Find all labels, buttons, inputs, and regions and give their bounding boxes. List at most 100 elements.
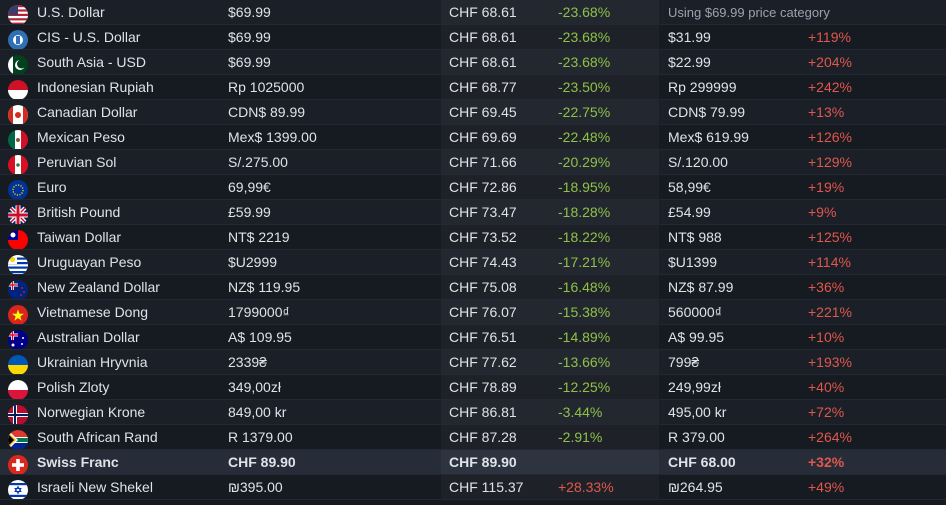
recommended-diff-percent: +204% [808, 54, 852, 70]
uruguay-flag-icon [8, 254, 28, 275]
recommended-price: ₪264.95 [668, 479, 723, 495]
local-price: Rp 1025000 [228, 79, 305, 95]
chf-diff-percent: -18.28% [558, 204, 611, 220]
table-row: Swiss Franc CHF 89.90 CHF 89.90 CHF 68.00 +3… [0, 450, 946, 475]
recommended-diff-percent: +19% [808, 179, 845, 195]
vietnam-flag-icon [8, 304, 28, 325]
chf-diff-percent: -23.68% [558, 4, 611, 20]
recommended-price: CDN$ 79.99 [668, 104, 746, 120]
recommended-diff-percent: +264% [808, 429, 852, 445]
recommended-price: NZ$ 87.99 [668, 279, 734, 295]
table-row: Euro 69,99€ CHF 72.86 -18.95% 58,99€ +19% [0, 175, 946, 200]
chf-price: CHF 76.51 [449, 329, 517, 345]
chf-price: CHF 89.90 [449, 454, 517, 470]
currency-name: Taiwan Dollar [37, 229, 122, 245]
currency-name: Australian Dollar [37, 329, 140, 345]
table-row: Australian Dollar A$ 109.95 CHF 76.51 -14.8… [0, 325, 946, 350]
recommended-diff-percent: +9% [808, 204, 837, 220]
local-price: Mex$ 1399.00 [228, 129, 317, 145]
local-price: R 1379.00 [228, 429, 293, 445]
local-price: S/.275.00 [228, 154, 288, 170]
recommended-diff-percent: +49% [808, 479, 845, 495]
chf-price: CHF 77.62 [449, 354, 517, 370]
table-row: U.S. Dollar $69.99 CHF 68.61 -23.68% Using $… [0, 0, 946, 25]
local-price: $69.99 [228, 29, 271, 45]
recommended-diff-percent: +72% [808, 404, 845, 420]
chf-price: CHF 78.89 [449, 379, 517, 395]
switzerland-flag-icon [8, 454, 28, 475]
ukraine-flag-icon [8, 354, 28, 375]
table-row: Mexican Peso Mex$ 1399.00 CHF 69.69 -22.48%… [0, 125, 946, 150]
israel-flag-icon [8, 479, 28, 500]
regional-price-table: U.S. Dollar $69.99 CHF 68.61 -23.68% Using $… [0, 0, 946, 505]
table-row: Canadian Dollar CDN$ 89.99 CHF 69.45 -22.75… [0, 100, 946, 125]
currency-name: Swiss Franc [37, 454, 119, 470]
recommended-diff-percent: +32% [808, 454, 845, 470]
currency-name: Uruguayan Peso [37, 254, 142, 270]
cis-flag-icon [8, 29, 28, 50]
norway-flag-icon [8, 404, 28, 425]
chf-diff-percent: -22.48% [558, 129, 611, 145]
uk-flag-icon [8, 204, 28, 225]
table-row: New Zealand Dollar NZ$ 119.95 CHF 75.08 -16… [0, 275, 946, 300]
canada-flag-icon [8, 104, 28, 125]
recommended-diff-percent: +193% [808, 354, 852, 370]
currency-name: Polish Zloty [37, 379, 110, 395]
table-row: South African Rand R 1379.00 CHF 87.28 -2.9… [0, 425, 946, 450]
recommended-price: 799₴ [668, 354, 700, 370]
south-africa-flag-icon [8, 429, 28, 450]
currency-name: South African Rand [37, 429, 158, 445]
currency-name: Israeli New Shekel [37, 479, 153, 495]
taiwan-flag-icon [8, 229, 28, 250]
chf-diff-percent: -23.68% [558, 54, 611, 70]
chf-diff-percent: -20.29% [558, 154, 611, 170]
recommended-price: $U1399 [668, 254, 718, 270]
chf-diff-percent: -14.89% [558, 329, 611, 345]
currency-name: Peruvian Sol [37, 154, 117, 170]
chf-diff-percent: -18.22% [558, 229, 611, 245]
recommended-diff-percent: +36% [808, 279, 845, 295]
recommended-price: Mex$ 619.99 [668, 129, 749, 145]
recommended-price: $31.99 [668, 29, 711, 45]
table-row: Polish Zloty 349,00zł CHF 78.89 -12.25% 249,… [0, 375, 946, 400]
chf-diff-percent: -18.95% [558, 179, 611, 195]
recommended-price: CHF 68.00 [668, 454, 736, 470]
recommended-price: Rp 299999 [668, 79, 737, 95]
chf-price: CHF 75.08 [449, 279, 517, 295]
recommended-price: R 379.00 [668, 429, 725, 445]
recommended-diff-percent: +221% [808, 304, 852, 320]
currency-name: New Zealand Dollar [37, 279, 160, 295]
chf-diff-percent: -15.38% [558, 304, 611, 320]
recommended-price: 249,99zł [668, 379, 721, 395]
recommended-diff-percent: +40% [808, 379, 845, 395]
chf-price: CHF 68.77 [449, 79, 517, 95]
local-price: 1799000₫ [228, 304, 290, 320]
chf-diff-percent: -2.91% [558, 429, 603, 445]
recommended-price: 560000₫ [668, 304, 722, 320]
local-price: A$ 109.95 [228, 329, 292, 345]
chf-diff-percent: -17.21% [558, 254, 611, 270]
currency-name: Canadian Dollar [37, 104, 138, 120]
table-row: Indonesian Rupiah Rp 1025000 CHF 68.77 -23.… [0, 75, 946, 100]
chf-price: CHF 73.52 [449, 229, 517, 245]
table-row: Norwegian Krone 849,00 kr CHF 86.81 -3.44% 4… [0, 400, 946, 425]
chf-diff-percent: -13.66% [558, 354, 611, 370]
currency-name: Euro [37, 179, 67, 195]
peru-flag-icon [8, 154, 28, 175]
chf-price: CHF 76.07 [449, 304, 517, 320]
table-row: Israeli New Shekel ₪395.00 CHF 115.37 +28.3… [0, 475, 946, 500]
recommended-price: Using $69.99 price category [668, 5, 830, 20]
chf-price: CHF 86.81 [449, 404, 517, 420]
recommended-price: 495,00 kr [668, 404, 727, 420]
local-price: NT$ 2219 [228, 229, 290, 245]
chf-price: CHF 115.37 [449, 479, 524, 495]
poland-flag-icon [8, 379, 28, 400]
recommended-diff-percent: +114% [808, 254, 851, 270]
chf-price: CHF 74.43 [449, 254, 517, 270]
table-row: British Pound £59.99 CHF 73.47 -18.28% £54.9… [0, 200, 946, 225]
eu-flag-icon [8, 179, 28, 200]
local-price: £59.99 [228, 204, 271, 220]
table-row: Ukrainian Hryvnia 2339₴ CHF 77.62 -13.66% 79… [0, 350, 946, 375]
table-row: Peruvian Sol S/.275.00 CHF 71.66 -20.29% S/.… [0, 150, 946, 175]
chf-price: CHF 71.66 [449, 154, 517, 170]
